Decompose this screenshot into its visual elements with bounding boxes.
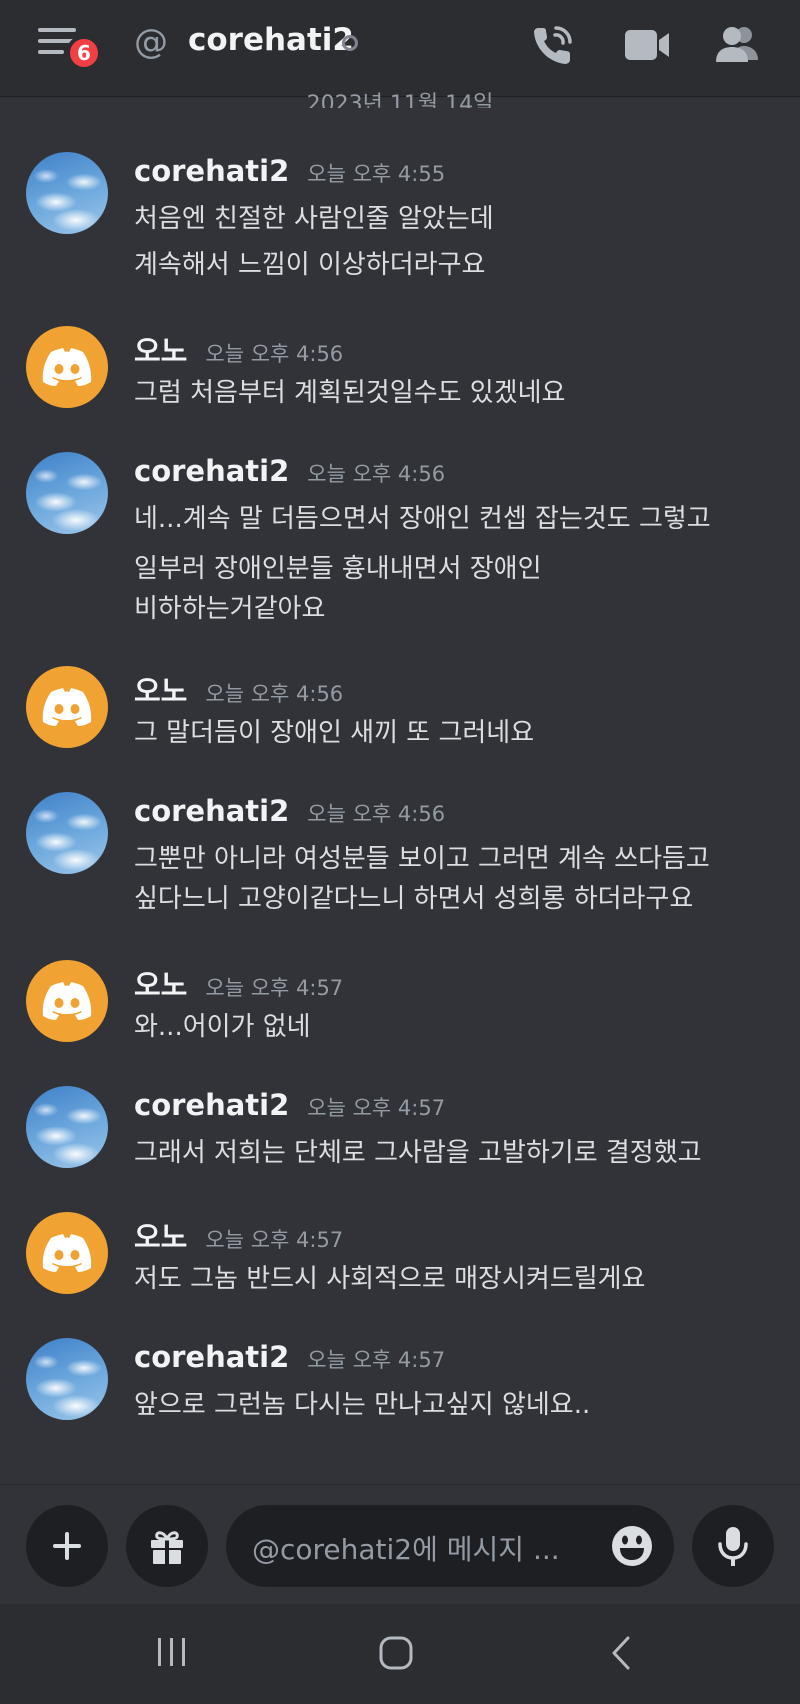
gift-button[interactable] (126, 1505, 208, 1587)
discord-logo-icon (42, 982, 92, 1020)
message-text: 비하하는거같아요 (134, 594, 326, 624)
author-name[interactable]: 오노 (134, 968, 187, 1002)
message-author[interactable]: corehati2 오늘 오후 4:57 (134, 1340, 445, 1374)
channel-title[interactable]: corehati2 (188, 22, 354, 58)
message-input-placeholder: @corehati2에 메시지 ... (252, 1533, 560, 1566)
message-text: 와...어이가 없네 (134, 1012, 311, 1042)
message-text: 그래서 저희는 단체로 그사람을 고발하기로 결정했고 (134, 1138, 702, 1168)
add-attachment-button[interactable] (26, 1505, 108, 1587)
message-input[interactable]: @corehati2에 메시지 ... (226, 1505, 674, 1587)
voice-message-button[interactable] (692, 1505, 774, 1587)
message-text: 그 말더듬이 장애인 새끼 또 그러네요 (134, 718, 535, 748)
message-timestamp: 오늘 오후 4:56 (307, 462, 446, 486)
gift-icon (151, 1531, 183, 1564)
message-author[interactable]: corehati2 오늘 오후 4:57 (134, 1088, 445, 1122)
author-name[interactable]: corehati2 (134, 794, 289, 828)
avatar[interactable] (26, 152, 108, 234)
menu-icon-bar (38, 28, 76, 32)
message-timestamp: 오늘 오후 4:56 (205, 682, 344, 706)
message-author[interactable]: 오노 오늘 오후 4:57 (134, 962, 343, 1004)
message-text: 그뿐만 아니라 여성분들 보이고 그러면 계속 쓰다듬고 (134, 844, 710, 874)
message-author[interactable]: corehati2 오늘 오후 4:55 (134, 154, 445, 188)
author-name[interactable]: corehati2 (134, 454, 289, 488)
members-icon[interactable] (712, 20, 762, 70)
avatar[interactable] (26, 1338, 108, 1420)
author-name[interactable]: corehati2 (134, 154, 289, 188)
message-timestamp: 오늘 오후 4:55 (307, 162, 446, 186)
message-text: 저도 그놈 반드시 사회적으로 매장시켜드릴게요 (134, 1264, 646, 1294)
author-name[interactable]: 오노 (134, 334, 187, 368)
menu-icon-bar (38, 50, 64, 54)
message-text: 계속해서 느낌이 이상하더라구요 (134, 250, 486, 280)
emoji-icon[interactable] (610, 1524, 654, 1568)
message-timestamp: 오늘 오후 4:57 (205, 976, 344, 1000)
mic-icon (718, 1527, 748, 1566)
back-icon[interactable] (604, 1634, 640, 1674)
at-icon: @ (134, 22, 168, 62)
plus-icon (53, 1532, 81, 1560)
recent-apps-icon[interactable] (152, 1634, 192, 1670)
message-text: 싶다느니 고양이같다느니 하면서 성희롱 하더라구요 (134, 884, 694, 914)
message-author[interactable]: 오노 오늘 오후 4:56 (134, 668, 343, 710)
call-icon[interactable] (528, 20, 578, 70)
message-timestamp: 오늘 오후 4:57 (205, 1228, 344, 1252)
message-text: 일부러 장애인분들 흉내내면서 장애인 (134, 554, 542, 584)
notification-badge: 6 (66, 35, 102, 71)
message-text: 처음엔 친절한 사람인줄 알았는데 (134, 204, 494, 234)
composer-bar: @corehati2에 메시지 ... (0, 1484, 800, 1604)
avatar[interactable] (26, 792, 108, 874)
message-text: 그럼 처음부터 계획된것일수도 있겠네요 (134, 378, 566, 408)
message-author[interactable]: corehati2 오늘 오후 4:56 (134, 794, 445, 828)
message-author[interactable]: 오노 오늘 오후 4:56 (134, 328, 343, 370)
message-text: 앞으로 그런놈 다시는 만나고싶지 않네요.. (134, 1390, 591, 1420)
video-icon[interactable] (622, 20, 672, 70)
message-author[interactable]: 오노 오늘 오후 4:57 (134, 1214, 343, 1256)
date-divider: 2023년 11월 14일 (306, 92, 494, 108)
message-author[interactable]: corehati2 오늘 오후 4:56 (134, 454, 445, 488)
chat-header: 6 @ corehati2 (0, 0, 800, 97)
message-timestamp: 오늘 오후 4:56 (205, 342, 344, 366)
message-timestamp: 오늘 오후 4:57 (307, 1096, 446, 1120)
author-name[interactable]: 오노 (134, 674, 187, 708)
avatar[interactable] (26, 1086, 108, 1168)
message-timestamp: 오늘 오후 4:56 (307, 802, 446, 826)
offline-status-icon (342, 35, 358, 51)
author-name[interactable]: corehati2 (134, 1088, 289, 1122)
avatar[interactable] (26, 452, 108, 534)
avatar[interactable] (26, 1212, 108, 1294)
discord-logo-icon (42, 348, 92, 386)
discord-logo-icon (42, 1234, 92, 1272)
avatar[interactable] (26, 326, 108, 408)
author-name[interactable]: 오노 (134, 1220, 187, 1254)
discord-logo-icon (42, 688, 92, 726)
message-text: 네...계속 말 더듬으면서 장애인 컨셉 잡는것도 그렇고 (134, 504, 711, 534)
message-timestamp: 오늘 오후 4:57 (307, 1348, 446, 1372)
system-nav-bar (0, 1604, 800, 1704)
avatar[interactable] (26, 666, 108, 748)
home-icon[interactable] (374, 1634, 418, 1674)
author-name[interactable]: corehati2 (134, 1340, 289, 1374)
avatar[interactable] (26, 960, 108, 1042)
